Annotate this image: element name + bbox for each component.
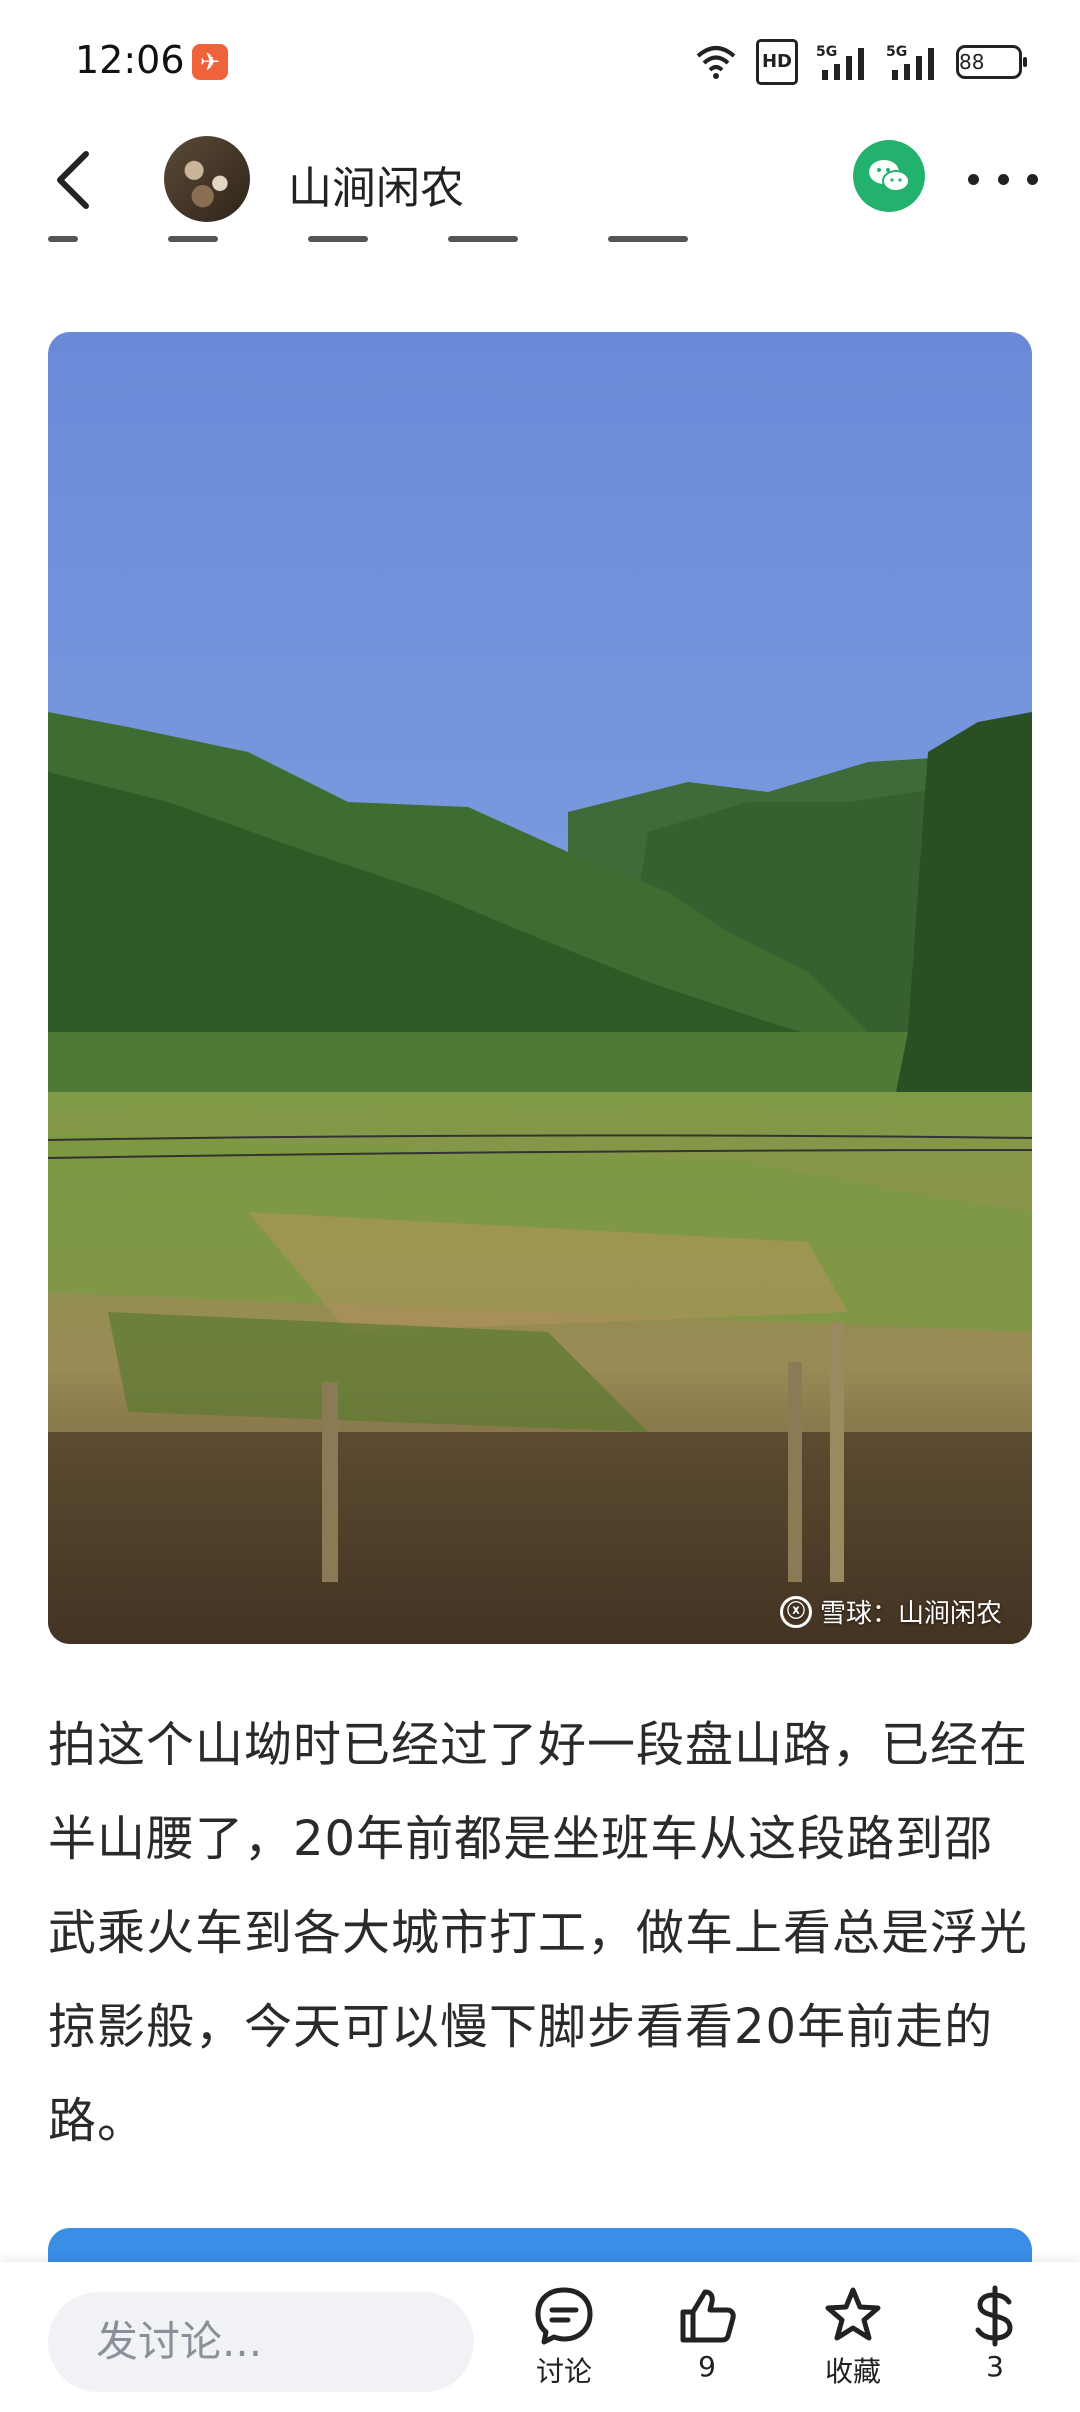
- like-count: 9: [698, 2350, 716, 2383]
- notification-app-icon: ✈: [192, 44, 228, 80]
- post-header: 山涧闲农: [0, 120, 1080, 240]
- post-body-text: 拍这个山坳时已经过了好一段盘山路，已经在半山腰了，20年前都是坐班车从这段路到邵…: [48, 1717, 1029, 2149]
- favorite-label: 收藏: [824, 2355, 881, 2388]
- status-time: 12:06: [75, 38, 185, 82]
- comment-input[interactable]: 发讨论...: [48, 2292, 474, 2392]
- discuss-button[interactable]: 讨论: [514, 2284, 614, 2390]
- star-icon: [825, 2287, 881, 2341]
- reward-button[interactable]: 3: [945, 2284, 1045, 2383]
- signal-icon-1: 5G: [816, 42, 868, 82]
- reward-count: 3: [986, 2350, 1004, 2383]
- system-icons: HD 5G 5G 88: [694, 39, 1027, 85]
- like-button[interactable]: 9: [657, 2284, 757, 2383]
- more-dot-icon: [968, 173, 979, 185]
- thumbs-up-icon: [680, 2289, 736, 2343]
- discuss-label: 讨论: [535, 2355, 592, 2388]
- wechat-share-button[interactable]: [853, 140, 925, 212]
- post-image[interactable]: ⓧ 雪球：山涧闲农: [48, 332, 1032, 1644]
- comment-bubble-icon: [535, 2287, 593, 2345]
- back-button[interactable]: [48, 148, 104, 212]
- battery-icon: 88: [956, 45, 1027, 79]
- wifi-icon: [694, 42, 738, 82]
- svg-text:5G: 5G: [816, 44, 837, 60]
- chevron-left-icon: [57, 151, 89, 209]
- more-options-button[interactable]: [968, 156, 1038, 202]
- bottom-action-bar: 发讨论... 讨论 9 收藏 3: [0, 2262, 1080, 2412]
- hd-icon: HD: [755, 39, 798, 85]
- dollar-icon: [975, 2285, 1013, 2347]
- svg-text:5G: 5G: [886, 44, 907, 60]
- status-bar: 12:06 ✈ HD 5G 5G 88: [0, 0, 1080, 120]
- favorite-button[interactable]: 收藏: [803, 2284, 903, 2390]
- mountain-landscape-image: [48, 332, 1032, 1644]
- author-avatar[interactable]: [164, 136, 250, 222]
- watermark-text: 雪球：山涧闲农: [819, 1599, 1002, 1629]
- xueqiu-logo-icon: ⓧ: [779, 1595, 812, 1628]
- wechat-icon: [869, 160, 910, 192]
- signal-icon-2: 5G: [886, 42, 938, 82]
- scrolled-text-fragment: [48, 236, 748, 256]
- author-name[interactable]: 山涧闲农: [288, 152, 464, 216]
- more-dot-icon: [1027, 173, 1038, 185]
- image-watermark: ⓧ 雪球：山涧闲农: [779, 1593, 1002, 1630]
- more-dot-icon: [997, 173, 1009, 185]
